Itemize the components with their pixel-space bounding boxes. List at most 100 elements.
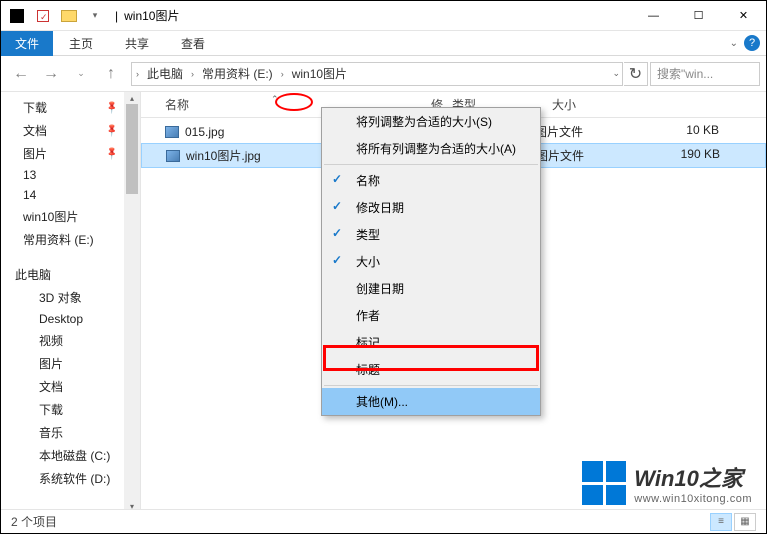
sidebar-item[interactable]: 视频 bbox=[1, 329, 140, 352]
ribbon-controls: ⌄ ? bbox=[730, 35, 760, 51]
sidebar-item[interactable]: 音乐 bbox=[1, 421, 140, 444]
breadcrumb[interactable]: 常用资料 (E:) bbox=[198, 65, 277, 82]
sidebar-item-label: 文档 bbox=[23, 122, 47, 139]
navpane-scrollbar[interactable]: ▴ ▾ bbox=[124, 92, 140, 512]
ribbon: 文件 主页 共享 查看 ⌄ ? bbox=[1, 31, 766, 56]
minimize-button[interactable]: — bbox=[631, 1, 676, 31]
menu-item-fit-all-columns[interactable]: 将所有列调整为合适的大小(A) bbox=[322, 135, 540, 162]
window-title: | win10图片 bbox=[107, 7, 631, 24]
sidebar-item-label: 文档 bbox=[39, 378, 63, 395]
sidebar-item-label: 视频 bbox=[39, 332, 63, 349]
breadcrumb[interactable]: win10图片 bbox=[288, 65, 351, 82]
sidebar-item-pictures[interactable]: 图片 bbox=[1, 142, 140, 165]
sidebar-item-label: 常用资料 (E:) bbox=[23, 231, 94, 248]
status-bar: 2 个项目 ≡ ▦ bbox=[1, 509, 766, 533]
menu-item-title[interactable]: 标题 bbox=[322, 356, 540, 383]
menu-item-created[interactable]: 创建日期 bbox=[322, 275, 540, 302]
address-dropdown-icon[interactable]: ⌄ bbox=[612, 68, 620, 79]
check-icon: ✓ bbox=[332, 172, 342, 186]
refresh-button[interactable]: ↻ bbox=[624, 62, 648, 86]
sidebar-item-label: win10图片 bbox=[23, 208, 78, 225]
sidebar-item-label: 系统软件 (D:) bbox=[39, 470, 110, 487]
title-text: win10图片 bbox=[124, 7, 179, 24]
address-bar[interactable]: › 此电脑 › 常用资料 (E:) › win10图片 ⌄ bbox=[131, 62, 623, 86]
sidebar-item-label: Desktop bbox=[39, 312, 83, 326]
menu-item-tags[interactable]: 标记 bbox=[322, 329, 540, 356]
menu-item-label: 大小 bbox=[356, 255, 380, 269]
check-icon: ✓ bbox=[332, 226, 342, 240]
tab-home[interactable]: 主页 bbox=[53, 31, 109, 56]
menu-item-label: 类型 bbox=[356, 228, 380, 242]
menu-item-author[interactable]: 作者 bbox=[322, 302, 540, 329]
sidebar-item[interactable]: win10图片 bbox=[1, 205, 140, 228]
sidebar-item-label: 下载 bbox=[23, 99, 47, 116]
menu-item-type[interactable]: ✓ 类型 bbox=[322, 221, 540, 248]
menu-item-fit-column[interactable]: 将列调整为合适的大小(S) bbox=[322, 108, 540, 135]
sidebar-item-documents[interactable]: 文档 bbox=[1, 119, 140, 142]
sidebar-item[interactable]: 系统软件 (D:) bbox=[1, 467, 140, 490]
sidebar-item-label: 13 bbox=[23, 168, 36, 182]
menu-item-label: 将所有列调整为合适的大小(A) bbox=[356, 142, 516, 156]
search-placeholder: 搜索"win... bbox=[657, 65, 713, 82]
breadcrumb[interactable]: 此电脑 bbox=[143, 65, 187, 82]
status-item-count: 2 个项目 bbox=[11, 513, 57, 530]
tab-view[interactable]: 查看 bbox=[165, 31, 221, 56]
help-icon[interactable]: ? bbox=[744, 35, 760, 51]
close-button[interactable]: ✕ bbox=[721, 1, 766, 31]
sidebar-item-label: 下载 bbox=[39, 401, 63, 418]
sidebar-item[interactable]: 常用资料 (E:) bbox=[1, 228, 140, 251]
window-controls: — ☐ ✕ bbox=[631, 1, 766, 31]
windows-logo-icon bbox=[582, 461, 626, 505]
sidebar-item[interactable]: 3D 对象 bbox=[1, 286, 140, 309]
tab-share[interactable]: 共享 bbox=[109, 31, 165, 56]
menu-item-size[interactable]: ✓大小 bbox=[322, 248, 540, 275]
menu-separator bbox=[324, 385, 538, 386]
menu-item-label: 创建日期 bbox=[356, 282, 404, 296]
sidebar-item[interactable]: 图片 bbox=[1, 352, 140, 375]
file-size: 10 KB bbox=[641, 123, 731, 140]
file-type: 图片文件 bbox=[531, 123, 641, 140]
qat-properties-icon[interactable]: ✓ bbox=[31, 5, 55, 27]
sidebar-item[interactable]: 本地磁盘 (C:) bbox=[1, 444, 140, 467]
arrow-left-icon: ← bbox=[13, 65, 29, 83]
sidebar-item[interactable]: 下载 bbox=[1, 398, 140, 421]
chevron-right-icon: › bbox=[136, 69, 139, 79]
column-size[interactable]: 大小 bbox=[542, 92, 632, 117]
sidebar-item[interactable]: 文档 bbox=[1, 375, 140, 398]
qat-dropdown-icon[interactable]: ▾ bbox=[83, 5, 107, 27]
maximize-button[interactable]: ☐ bbox=[676, 1, 721, 31]
menu-item-more[interactable]: 其他(M)... bbox=[322, 388, 540, 415]
up-button[interactable]: ↑ bbox=[97, 60, 125, 88]
menu-separator bbox=[324, 164, 538, 165]
sidebar-item[interactable]: Desktop bbox=[1, 309, 140, 329]
watermark: Win10之家 www.win10xitong.com bbox=[582, 461, 752, 505]
scroll-up-icon[interactable]: ▴ bbox=[124, 92, 140, 104]
file-tab[interactable]: 文件 bbox=[1, 31, 53, 56]
sidebar-item[interactable]: 13 bbox=[1, 165, 140, 185]
chevron-right-icon: › bbox=[191, 69, 194, 79]
ribbon-expand-icon[interactable]: ⌄ bbox=[730, 38, 738, 49]
menu-item-label: 作者 bbox=[356, 309, 380, 323]
sidebar-item-label: 14 bbox=[23, 188, 36, 202]
sidebar-item-label: 本地磁盘 (C:) bbox=[39, 447, 110, 464]
back-button[interactable]: ← bbox=[7, 60, 35, 88]
image-file-icon bbox=[165, 126, 179, 138]
menu-item-date[interactable]: ✓修改日期 bbox=[322, 194, 540, 221]
search-input[interactable]: 搜索"win... bbox=[650, 62, 760, 86]
sort-indicator-icon: ⌃ bbox=[271, 94, 279, 105]
sidebar-item[interactable]: 14 bbox=[1, 185, 140, 205]
app-icon bbox=[5, 5, 29, 27]
quick-access-toolbar: ✓ ▾ bbox=[1, 5, 107, 27]
forward-button[interactable]: → bbox=[37, 60, 65, 88]
context-menu: 将列调整为合适的大小(S) 将所有列调整为合适的大小(A) ✓名称 ✓修改日期 … bbox=[321, 107, 541, 416]
title-sep: | bbox=[115, 9, 118, 23]
thumbnails-view-button[interactable]: ▦ bbox=[734, 513, 756, 531]
sidebar-section-thispc[interactable]: 此电脑 bbox=[1, 263, 140, 286]
recent-dropdown[interactable]: ⌄ bbox=[67, 60, 95, 88]
details-view-button[interactable]: ≡ bbox=[710, 513, 732, 531]
folder-icon bbox=[57, 5, 81, 27]
file-type: 图片文件 bbox=[532, 147, 642, 164]
sidebar-item-downloads[interactable]: 下载 bbox=[1, 96, 140, 119]
scrollbar-thumb[interactable] bbox=[126, 104, 138, 194]
menu-item-name[interactable]: ✓名称 bbox=[322, 167, 540, 194]
